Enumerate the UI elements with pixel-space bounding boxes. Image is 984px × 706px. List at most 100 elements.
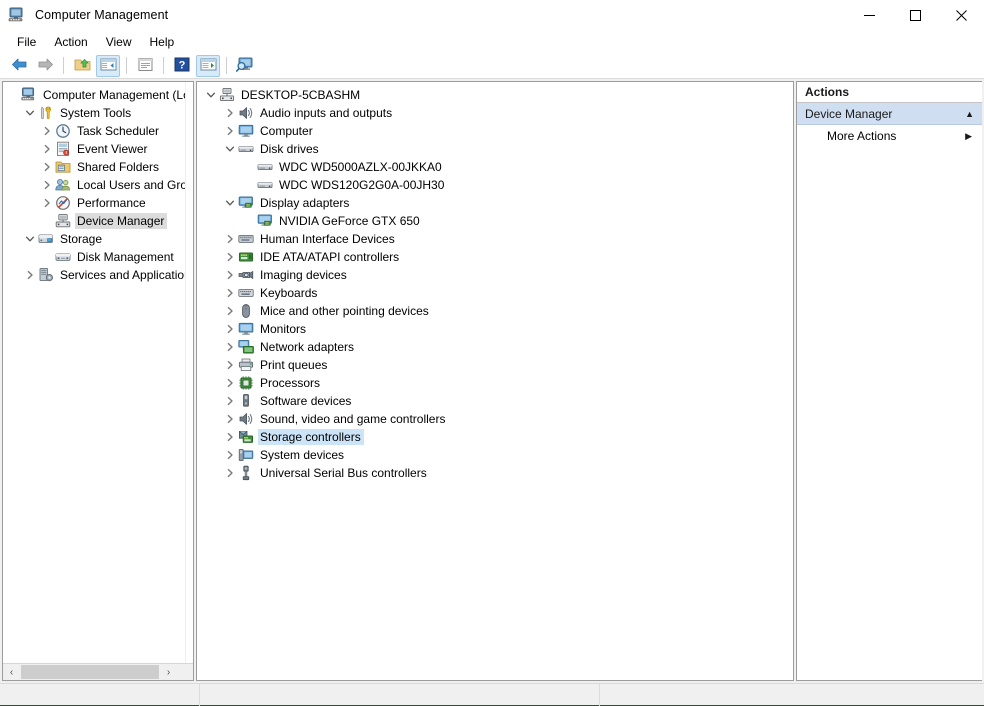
chevron-right-icon[interactable] [222, 339, 238, 355]
menu-action[interactable]: Action [45, 32, 96, 52]
display-adapter-icon [238, 195, 254, 211]
hscroll-right-arrow[interactable]: › [160, 664, 177, 680]
device-tree-item[interactable]: Disk drives [197, 140, 793, 158]
chevron-right-icon[interactable] [39, 177, 55, 193]
chevron-right-icon[interactable] [222, 393, 238, 409]
console-tree-item[interactable]: ! Event Viewer [3, 140, 187, 158]
device-tree-item[interactable]: Sound, video and game controllers [197, 410, 793, 428]
menu-help[interactable]: Help [141, 32, 184, 52]
device-tree-item[interactable]: Audio inputs and outputs [197, 104, 793, 122]
twisty-placeholder [39, 213, 55, 229]
chevron-right-icon[interactable] [222, 465, 238, 481]
chevron-right-icon[interactable] [39, 141, 55, 157]
device-tree-item[interactable]: System devices [197, 446, 793, 464]
minimize-button[interactable] [846, 0, 892, 30]
device-tree-item[interactable]: Imaging devices [197, 266, 793, 284]
up-one-level-button[interactable] [70, 55, 94, 77]
chevron-down-icon[interactable] [22, 231, 38, 247]
console-tree-item[interactable]: Services and Applications [3, 266, 187, 284]
properties-button[interactable] [133, 55, 157, 77]
console-tree-item[interactable]: Computer Management (Local [3, 86, 187, 104]
chevron-right-icon[interactable] [39, 123, 55, 139]
chevron-right-icon[interactable] [222, 375, 238, 391]
chevron-right-icon[interactable] [222, 429, 238, 445]
twisty-placeholder [241, 213, 257, 229]
chevron-right-icon[interactable] [222, 447, 238, 463]
svg-text:?: ? [179, 59, 186, 71]
console-tree-item[interactable]: Task Scheduler [3, 122, 187, 140]
menu-file[interactable]: File [8, 32, 45, 52]
chevron-up-icon[interactable]: ▲ [965, 109, 974, 119]
show-hide-console-tree-button[interactable] [96, 54, 120, 77]
chevron-right-icon[interactable] [222, 357, 238, 373]
chevron-right-icon[interactable] [222, 411, 238, 427]
back-button[interactable] [7, 55, 31, 77]
device-tree-item[interactable]: Network adapters [197, 338, 793, 356]
console-tree[interactable]: Computer Management (Local System Tools Ta… [3, 82, 187, 665]
device-tree-item[interactable]: DESKTOP-5CBASHM [197, 86, 793, 104]
chevron-right-icon[interactable] [222, 231, 238, 247]
chevron-right-icon[interactable] [222, 249, 238, 265]
device-tree-item[interactable]: Display adapters [197, 194, 793, 212]
twisty-placeholder [5, 87, 21, 103]
device-tree-item[interactable]: Keyboards [197, 284, 793, 302]
console-tree-item[interactable]: System Tools [3, 104, 187, 122]
console-tree-item[interactable]: Local Users and Groups [3, 176, 187, 194]
status-pane-1 [0, 683, 200, 706]
console-tree-horizontal-scrollbar[interactable]: ‹ › [3, 663, 193, 680]
chevron-right-icon[interactable] [222, 303, 238, 319]
tree-item-label: System Tools [60, 106, 132, 120]
console-tree-item[interactable]: Performance [3, 194, 187, 212]
toolbar-separator [126, 57, 127, 74]
device-tree-item[interactable]: Print queues [197, 356, 793, 374]
console-tree-item[interactable]: Storage [3, 230, 187, 248]
device-tree-item[interactable]: Human Interface Devices [197, 230, 793, 248]
device-tree-item[interactable]: Software devices [197, 392, 793, 410]
device-tree-item[interactable]: Computer [197, 122, 793, 140]
console-tree-vertical-scrollbar[interactable] [185, 82, 193, 665]
chevron-right-icon[interactable] [222, 267, 238, 283]
help-button[interactable]: ? [170, 55, 194, 77]
tree-item-label: NVIDIA GeForce GTX 650 [279, 214, 420, 228]
device-tree-item[interactable]: Mice and other pointing devices [197, 302, 793, 320]
disk-drive-icon [238, 141, 254, 157]
computer-management-window: Computer Management File Action View Hel… [0, 0, 984, 706]
twisty-placeholder [241, 159, 257, 175]
show-hide-action-pane-button[interactable] [196, 54, 220, 77]
device-tree-item[interactable]: IDE ATA/ATAPI controllers [197, 248, 793, 266]
folder-up-icon [74, 57, 91, 75]
chevron-down-icon[interactable] [222, 141, 238, 157]
action-more-actions[interactable]: More Actions ▶ [797, 125, 982, 147]
close-button[interactable] [938, 0, 984, 30]
chevron-right-icon[interactable] [39, 195, 55, 211]
chevron-right-icon[interactable] [222, 321, 238, 337]
device-tree-item[interactable]: WDC WD5000AZLX-00JKKA0 [197, 158, 793, 176]
monitor-icon [238, 321, 254, 337]
scan-hardware-changes-button[interactable] [233, 55, 257, 77]
processor-icon [238, 375, 254, 391]
chevron-right-icon[interactable] [39, 159, 55, 175]
hscroll-left-arrow[interactable]: ‹ [3, 664, 20, 680]
device-tree[interactable]: DESKTOP-5CBASHM Audio inputs and outputs C… [197, 86, 793, 482]
chevron-down-icon[interactable] [222, 195, 238, 211]
device-tree-item[interactable]: Storage controllers [197, 428, 793, 446]
console-tree-item[interactable]: Shared Folders [3, 158, 187, 176]
forward-button[interactable] [33, 55, 57, 77]
maximize-button[interactable] [892, 0, 938, 30]
device-tree-item[interactable]: Processors [197, 374, 793, 392]
chevron-right-icon[interactable] [222, 285, 238, 301]
device-tree-item[interactable]: Monitors [197, 320, 793, 338]
chevron-right-icon[interactable] [22, 267, 38, 283]
chevron-down-icon[interactable] [203, 87, 219, 103]
console-tree-item[interactable]: Disk Management [3, 248, 187, 266]
device-tree-item[interactable]: NVIDIA GeForce GTX 650 [197, 212, 793, 230]
menu-view[interactable]: View [97, 32, 141, 52]
console-tree-item[interactable]: Device Manager [3, 212, 187, 230]
hscroll-thumb[interactable] [21, 665, 159, 679]
chevron-right-icon[interactable] [222, 123, 238, 139]
device-tree-item[interactable]: Universal Serial Bus controllers [197, 464, 793, 482]
chevron-right-icon[interactable] [222, 105, 238, 121]
chevron-down-icon[interactable] [22, 105, 38, 121]
actions-group-device-manager[interactable]: Device Manager ▲ [797, 103, 982, 125]
device-tree-item[interactable]: WDC WDS120G2G0A-00JH30 [197, 176, 793, 194]
